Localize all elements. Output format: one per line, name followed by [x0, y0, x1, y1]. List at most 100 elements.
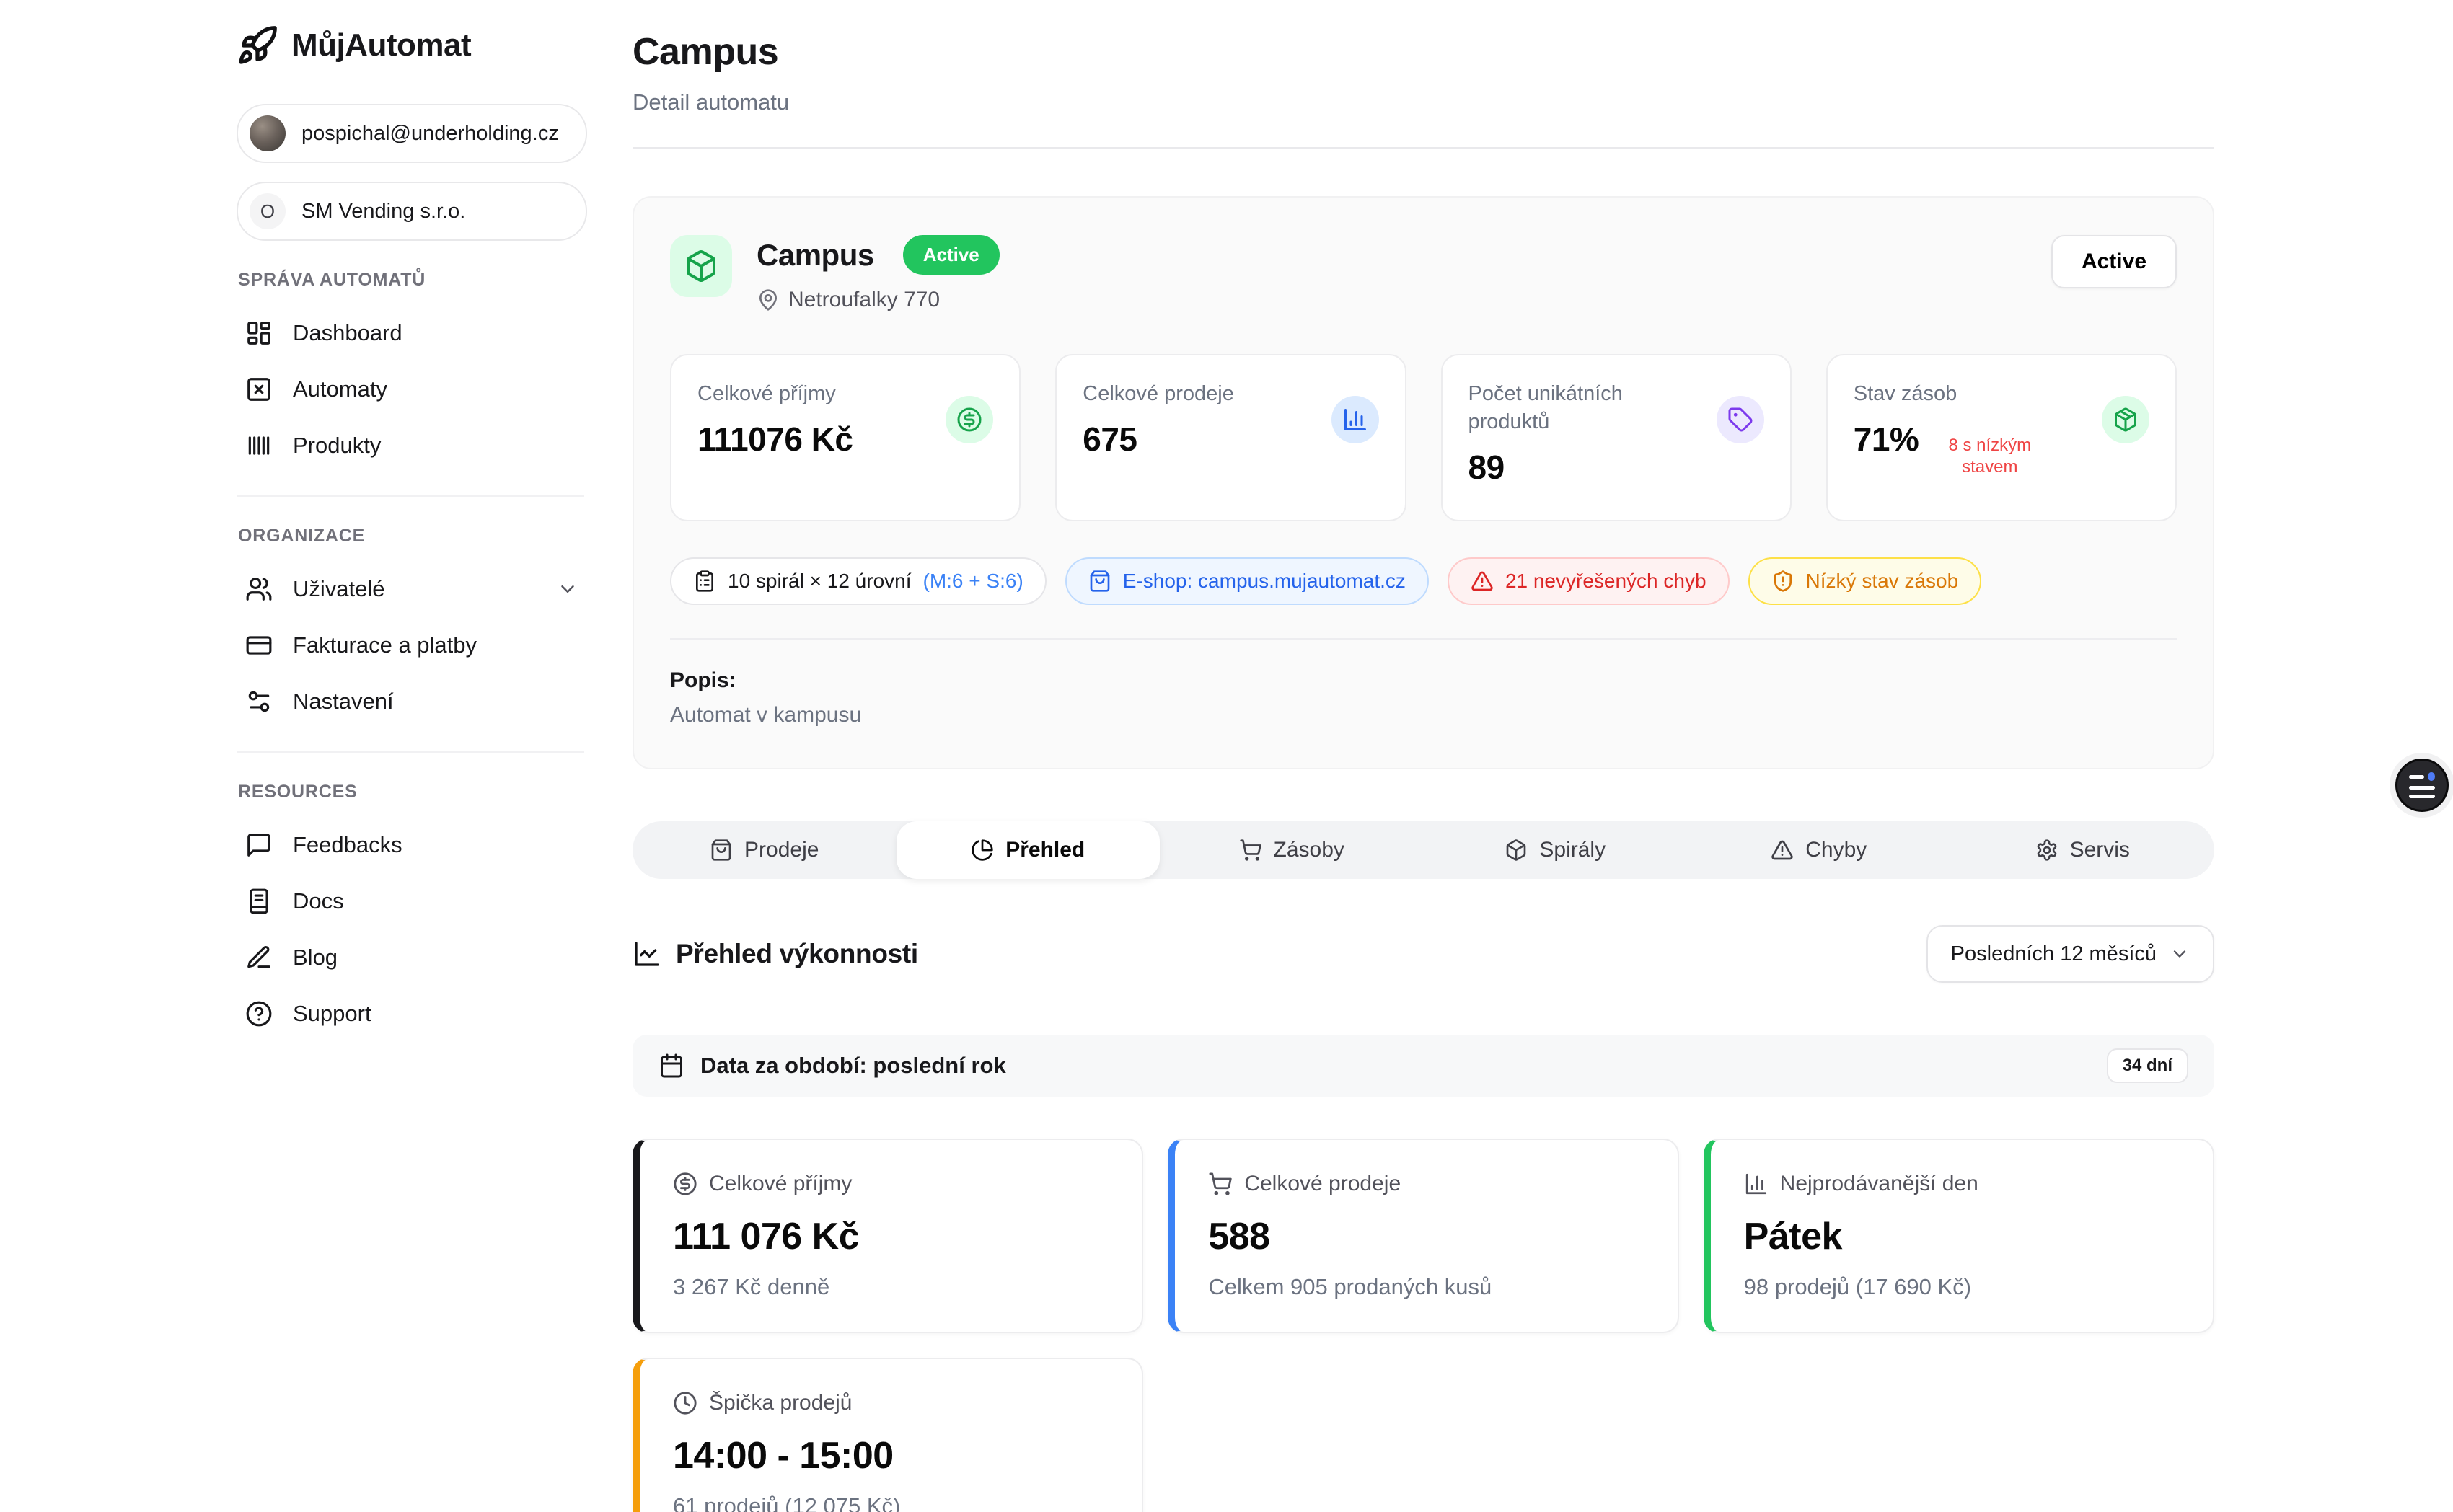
status-toggle-button[interactable]: Active — [2051, 235, 2177, 288]
kpi-label: Nejprodávanější den — [1780, 1172, 1978, 1196]
floating-widget-button[interactable] — [2395, 759, 2449, 812]
spirals-chip-text: 10 spirál × 12 úrovní — [728, 570, 912, 593]
user-account-pill[interactable]: pospichal@underholding.cz — [237, 104, 587, 163]
low-stock-warning: 8 s nízkým stavem — [1930, 435, 2049, 478]
period-info-bar: Data za období: poslední rok 34 dní — [633, 1035, 2214, 1097]
header-divider — [633, 147, 2214, 149]
sidebar-item-label: Dashboard — [293, 320, 402, 346]
kpi-card-revenue: Celkové příjmy 111 076 Kč 3 267 Kč denně — [633, 1139, 1143, 1333]
shield-alert-icon — [1771, 570, 1794, 593]
message-icon — [245, 831, 273, 859]
fab-line — [2409, 775, 2424, 779]
pie-chart-icon — [971, 839, 994, 862]
package-icon — [2102, 396, 2149, 443]
help-circle-icon — [245, 1000, 273, 1027]
stat-label: Celkové prodeje — [1083, 380, 1234, 408]
clipboard-icon — [693, 570, 716, 593]
sidebar-item-label: Uživatelé — [293, 576, 385, 602]
tab-label: Chyby — [1805, 838, 1867, 862]
gear-icon — [2035, 839, 2058, 862]
sidebar-item-label: Support — [293, 1001, 371, 1027]
sidebar-item-blog[interactable]: Blog — [237, 929, 587, 986]
kpi-card-peak-hours: Špička prodejů 14:00 - 15:00 61 prodejů … — [633, 1358, 1143, 1512]
sidebar-item-label: Docs — [293, 888, 344, 914]
stat-card-revenue: Celkové příjmy 111076 Kč — [670, 354, 1021, 521]
sidebar: MůjAutomat pospichal@underholding.cz O S… — [0, 0, 593, 1512]
tab-spiraly[interactable]: Spirály — [1424, 821, 1688, 879]
shopping-bag-icon — [1088, 570, 1111, 593]
dashboard-icon — [245, 319, 273, 347]
kpi-value: 111 076 Kč — [673, 1215, 1109, 1258]
stat-card-sales: Celkové prodeje 675 — [1055, 354, 1406, 521]
sidebar-item-label: Produkty — [293, 433, 381, 459]
docs-icon — [245, 888, 273, 915]
main-content: Campus Detail automatu Campus Active Net… — [593, 0, 2175, 1512]
kpi-grid: Celkové příjmy 111 076 Kč 3 267 Kč denně… — [633, 1139, 2214, 1512]
sidebar-item-nastaveni[interactable]: Nastavení — [237, 673, 587, 730]
sidebar-item-label: Nastavení — [293, 689, 394, 715]
bar-chart-icon — [1744, 1172, 1769, 1196]
tab-servis[interactable]: Servis — [1951, 821, 2215, 879]
overview-divider — [670, 638, 2177, 640]
date-range-value: Posledních 12 měsíců — [1951, 942, 2157, 966]
sidebar-item-dashboard[interactable]: Dashboard — [237, 305, 587, 361]
spirals-chip: 10 spirál × 12 úrovní (M:6 + S:6) — [670, 557, 1047, 605]
sidebar-item-support[interactable]: Support — [237, 986, 587, 1042]
sidebar-item-fakturace[interactable]: Fakturace a platby — [237, 617, 587, 673]
sidebar-item-automaty[interactable]: Automaty — [237, 361, 587, 417]
user-email: pospichal@underholding.cz — [301, 122, 559, 146]
dollar-circle-icon — [946, 396, 993, 443]
kpi-label: Celkové příjmy — [709, 1172, 852, 1196]
tab-label: Prodeje — [744, 838, 819, 862]
chevron-down-icon — [2170, 944, 2190, 964]
machine-location: Netroufalky 770 — [788, 288, 940, 312]
sidebar-item-uzivatele[interactable]: Uživatelé — [237, 561, 587, 617]
warning-triangle-icon — [1471, 570, 1494, 593]
tab-label: Přehled — [1005, 838, 1085, 862]
stat-value: 89 — [1468, 448, 1505, 487]
tab-prehled[interactable]: Přehled — [897, 821, 1161, 879]
cart-icon — [1239, 839, 1262, 862]
organization-avatar: O — [250, 193, 286, 229]
sidebar-section-organization: ORGANIZACE — [238, 526, 587, 547]
low-stock-chip: Nízký stav zásob — [1748, 557, 1982, 605]
status-badge: Active — [903, 235, 1000, 275]
page-title: Campus — [633, 30, 2175, 74]
tab-prodeje[interactable]: Prodeje — [633, 821, 897, 879]
date-range-select[interactable]: Posledních 12 měsíců — [1926, 925, 2214, 983]
sidebar-item-docs[interactable]: Docs — [237, 873, 587, 929]
sidebar-divider — [237, 751, 584, 753]
description-text: Automat v kampusu — [670, 703, 2177, 728]
line-chart-icon — [633, 940, 661, 968]
sidebar-section-machines: SPRÁVA AUTOMATŮ — [238, 270, 587, 291]
kpi-value: 588 — [1208, 1215, 1644, 1258]
cart-icon — [1208, 1172, 1233, 1196]
kpi-label: Celkové prodeje — [1244, 1172, 1401, 1196]
stat-card-products: Počet unikátních produktů 89 — [1441, 354, 1792, 521]
chevron-down-icon — [557, 578, 578, 600]
kpi-subtext: 3 267 Kč denně — [673, 1274, 1109, 1300]
tab-chyby[interactable]: Chyby — [1687, 821, 1951, 879]
eshop-link-chip[interactable]: E-shop: campus.mujautomat.cz — [1065, 557, 1429, 605]
performance-title: Přehled výkonnosti — [676, 939, 918, 969]
machine-overview-card: Campus Active Netroufalky 770 Active Cel… — [633, 196, 2214, 769]
kpi-value: 14:00 - 15:00 — [673, 1434, 1109, 1477]
tab-label: Zásoby — [1274, 838, 1344, 862]
period-days-badge: 34 dní — [2107, 1048, 2188, 1083]
tab-label: Spirály — [1539, 838, 1606, 862]
stat-value: 71% — [1854, 420, 1919, 459]
sidebar-item-produkty[interactable]: Produkty — [237, 417, 587, 474]
credit-card-icon — [245, 632, 273, 659]
machine-name: Campus — [757, 238, 874, 273]
stat-label: Celkové příjmy — [697, 380, 853, 408]
cube-icon — [684, 249, 718, 283]
barcode-icon — [245, 432, 273, 459]
organization-pill[interactable]: O SM Vending s.r.o. — [237, 182, 587, 241]
brand-logo: MůjAutomat — [237, 25, 587, 66]
sidebar-item-feedbacks[interactable]: Feedbacks — [237, 817, 587, 873]
kpi-label: Špička prodejů — [709, 1391, 852, 1415]
kpi-value: Pátek — [1744, 1215, 2180, 1258]
tab-zasoby[interactable]: Zásoby — [1160, 821, 1424, 879]
sidebar-item-label: Automaty — [293, 376, 387, 402]
sliders-icon — [245, 688, 273, 715]
